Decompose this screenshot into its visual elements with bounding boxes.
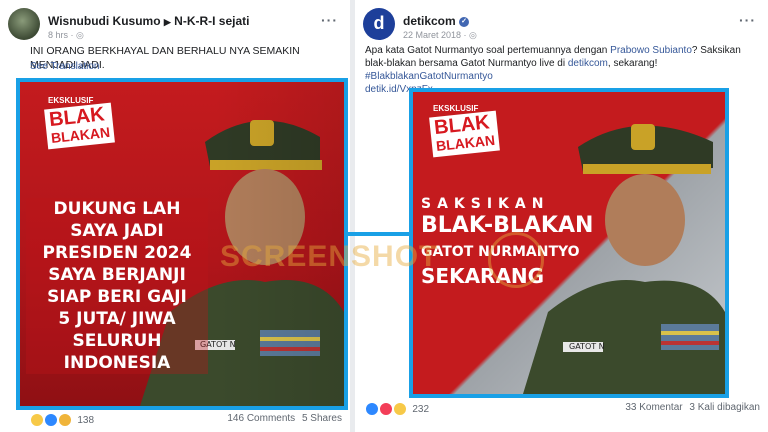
author-name[interactable]: detikcom xyxy=(403,14,456,28)
haha-icon xyxy=(392,402,407,416)
left-post: Wisnubudi Kusumo ▶ N-K-R-I sejati 8 hrs … xyxy=(0,0,350,432)
globe-icon: ◎ xyxy=(469,30,477,40)
mention-detikcom[interactable]: detikcom xyxy=(568,58,608,69)
hashtag[interactable]: #BlakblakanGatotNurmantyo xyxy=(365,71,493,82)
reaction-count: 138 xyxy=(77,414,95,426)
group-name[interactable]: N-K-R-I sejati xyxy=(174,14,249,28)
more-options-icon[interactable]: ··· xyxy=(739,12,756,28)
detikcom-logo[interactable]: d xyxy=(363,8,395,40)
post-header: d detikcom ✓ 22 Maret 2018 · ◎ ··· xyxy=(363,8,760,48)
kicker: EKSKLUSIF xyxy=(433,104,479,113)
comments-count[interactable]: 146 Comments xyxy=(227,413,295,424)
caret-right-icon: ▶ xyxy=(163,17,171,27)
love-icon xyxy=(378,402,393,416)
more-options-icon[interactable]: ··· xyxy=(321,12,338,28)
post-date[interactable]: 22 Maret 2018 xyxy=(403,30,461,40)
right-post: d detikcom ✓ 22 Maret 2018 · ◎ ··· Apa k… xyxy=(355,0,768,432)
like-icon xyxy=(365,402,379,416)
reaction-bar[interactable]: 232 xyxy=(365,402,429,416)
mention-prabowo[interactable]: Prabowo Subianto xyxy=(610,45,692,56)
connector-line xyxy=(346,232,410,236)
globe-icon: ◎ xyxy=(76,30,84,40)
comments-count[interactable]: 33 Komentar xyxy=(625,402,682,413)
post-image-right[interactable]: GATOT N EKSKLUSIF BLAK BLAKAN SAKSIKAN B… xyxy=(409,88,729,398)
overlay-text: DUKUNG LAH SAYA JADI PRESIDEN 2024 SAYA … xyxy=(26,198,208,374)
shares-count[interactable]: 3 Kali dibagikan xyxy=(689,402,760,413)
reaction-bar[interactable]: 138 xyxy=(30,413,94,427)
post-time[interactable]: 8 hrs xyxy=(48,30,68,40)
shares-count[interactable]: 5 Shares xyxy=(302,413,342,424)
nametag: GATOT N xyxy=(569,342,605,351)
blak-blakan-logo: BLAK BLAKAN xyxy=(44,102,116,150)
like-icon xyxy=(43,413,58,427)
watermark-seal-icon xyxy=(488,232,544,288)
watermark: SCREENSHOT xyxy=(220,240,439,273)
blak-blakan-logo: BLAK BLAKAN xyxy=(429,110,501,158)
post-header: Wisnubudi Kusumo ▶ N-K-R-I sejati 8 hrs … xyxy=(8,8,342,48)
kicker: EKSKLUSIF xyxy=(48,96,94,105)
see-translation-link[interactable]: See Translation xyxy=(30,60,100,74)
wow-icon xyxy=(57,413,72,427)
haha-icon xyxy=(30,413,44,427)
verified-icon: ✓ xyxy=(459,16,470,27)
author-name[interactable]: Wisnubudi Kusumo xyxy=(48,14,161,28)
avatar[interactable] xyxy=(8,8,40,40)
reaction-count: 232 xyxy=(412,403,430,415)
